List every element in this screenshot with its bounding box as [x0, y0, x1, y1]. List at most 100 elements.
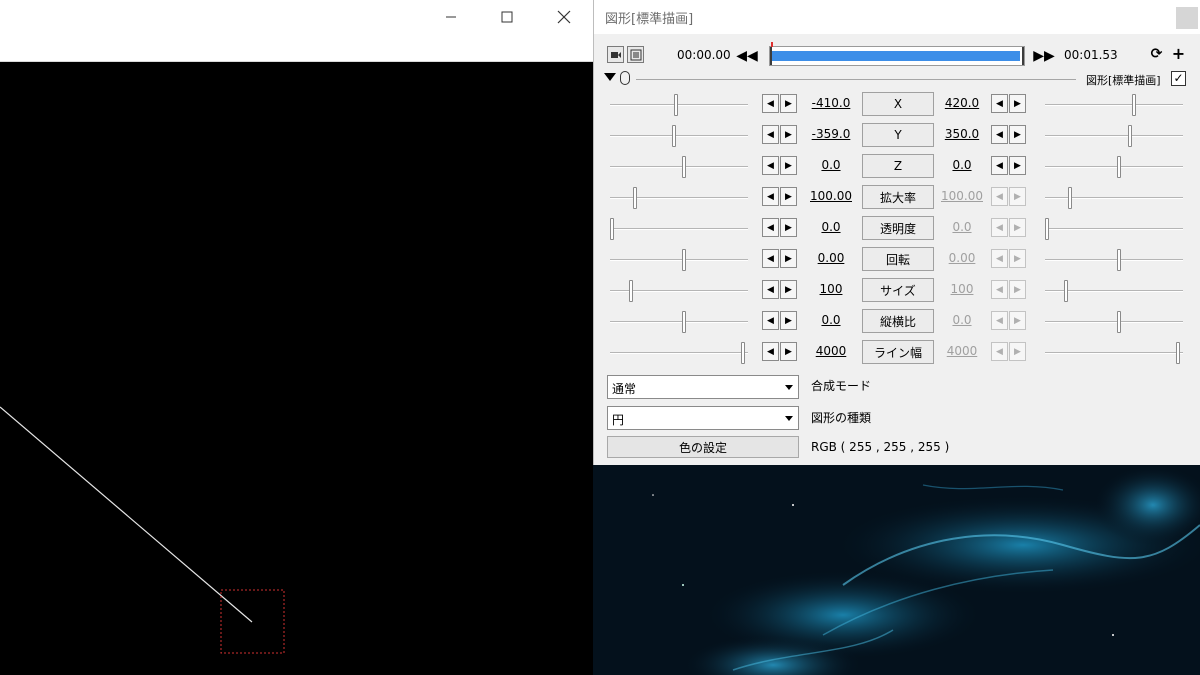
left-slider-track[interactable] [610, 228, 748, 230]
right-slider-thumb[interactable] [1128, 125, 1132, 147]
increment-arrow-icon[interactable]: ▶ [780, 311, 797, 330]
right-slider-track[interactable] [1045, 166, 1183, 168]
decrement-arrow-icon[interactable]: ◀ [762, 125, 779, 144]
left-slider-track[interactable] [610, 197, 748, 199]
param-start-value[interactable]: 0.00 [806, 251, 856, 265]
param-name-button[interactable]: Z [862, 154, 934, 178]
right-slider-track[interactable] [1045, 135, 1183, 137]
left-slider-track[interactable] [610, 259, 748, 261]
collapse-triangle-icon[interactable] [604, 73, 616, 81]
decrement-arrow-icon[interactable]: ◀ [991, 125, 1008, 144]
increment-arrow-icon[interactable]: ▶ [1009, 249, 1026, 268]
left-slider-track[interactable] [610, 352, 748, 354]
right-slider-thumb[interactable] [1068, 187, 1072, 209]
param-end-value[interactable]: 0.0 [937, 313, 987, 327]
right-slider-thumb[interactable] [1176, 342, 1180, 364]
param-end-value[interactable]: 100 [937, 282, 987, 296]
increment-arrow-icon[interactable]: ▶ [780, 94, 797, 113]
param-start-value[interactable]: 100 [806, 282, 856, 296]
left-slider-thumb[interactable] [672, 125, 676, 147]
decrement-arrow-icon[interactable]: ◀ [991, 249, 1008, 268]
param-start-value[interactable]: 0.0 [806, 313, 856, 327]
param-name-button[interactable]: 拡大率 [862, 185, 934, 209]
left-slider-thumb[interactable] [610, 218, 614, 240]
param-end-value[interactable]: 0.0 [937, 158, 987, 172]
shape-type-select[interactable]: 円 [607, 406, 799, 430]
param-name-button[interactable]: ライン幅 [862, 340, 934, 364]
increment-arrow-icon[interactable]: ▶ [1009, 342, 1026, 361]
decrement-arrow-icon[interactable]: ◀ [762, 249, 779, 268]
param-name-button[interactable]: 回転 [862, 247, 934, 271]
decrement-arrow-icon[interactable]: ◀ [762, 311, 779, 330]
left-slider-thumb[interactable] [741, 342, 745, 364]
decrement-arrow-icon[interactable]: ◀ [991, 280, 1008, 299]
close-button[interactable] [549, 4, 579, 30]
increment-arrow-icon[interactable]: ▶ [1009, 280, 1026, 299]
param-start-value[interactable]: 0.0 [806, 220, 856, 234]
param-start-value[interactable]: 4000 [806, 344, 856, 358]
left-slider-track[interactable] [610, 166, 748, 168]
right-slider-track[interactable] [1045, 104, 1183, 106]
increment-arrow-icon[interactable]: ▶ [1009, 156, 1026, 175]
param-name-button[interactable]: Y [862, 123, 934, 147]
decrement-arrow-icon[interactable]: ◀ [991, 187, 1008, 206]
param-start-value[interactable]: -410.0 [806, 96, 856, 110]
left-slider-thumb[interactable] [682, 249, 686, 271]
left-slider-track[interactable] [610, 321, 748, 323]
left-slider-track[interactable] [610, 104, 748, 106]
increment-arrow-icon[interactable]: ▶ [780, 125, 797, 144]
param-name-button[interactable]: X [862, 92, 934, 116]
decrement-arrow-icon[interactable]: ◀ [762, 187, 779, 206]
param-start-value[interactable]: 100.00 [806, 189, 856, 203]
param-name-button[interactable]: 縦横比 [862, 309, 934, 333]
increment-arrow-icon[interactable]: ▶ [780, 249, 797, 268]
decrement-arrow-icon[interactable]: ◀ [991, 218, 1008, 237]
increment-arrow-icon[interactable]: ▶ [1009, 125, 1026, 144]
decrement-arrow-icon[interactable]: ◀ [762, 218, 779, 237]
right-slider-thumb[interactable] [1045, 218, 1049, 240]
preview-canvas[interactable] [0, 62, 593, 675]
left-slider-thumb[interactable] [682, 156, 686, 178]
param-name-button[interactable]: 透明度 [862, 216, 934, 240]
increment-arrow-icon[interactable]: ▶ [780, 218, 797, 237]
decrement-arrow-icon[interactable]: ◀ [991, 156, 1008, 175]
decrement-arrow-icon[interactable]: ◀ [991, 94, 1008, 113]
camera-control-icon[interactable] [607, 46, 624, 63]
increment-arrow-icon[interactable]: ▶ [780, 187, 797, 206]
decrement-arrow-icon[interactable]: ◀ [991, 342, 1008, 361]
seek-start-button[interactable]: ◀◀ [736, 46, 758, 66]
minimize-button[interactable] [436, 4, 466, 30]
increment-arrow-icon[interactable]: ▶ [1009, 94, 1026, 113]
param-start-value[interactable]: 0.0 [806, 158, 856, 172]
seek-end-button[interactable]: ▶▶ [1033, 46, 1055, 66]
decrement-arrow-icon[interactable]: ◀ [762, 94, 779, 113]
param-end-value[interactable]: 0.0 [937, 220, 987, 234]
right-slider-thumb[interactable] [1132, 94, 1136, 116]
left-slider-thumb[interactable] [682, 311, 686, 333]
decrement-arrow-icon[interactable]: ◀ [762, 342, 779, 361]
left-slider-thumb[interactable] [674, 94, 678, 116]
blend-mode-select[interactable]: 通常 [607, 375, 799, 399]
right-slider-thumb[interactable] [1117, 249, 1121, 271]
increment-arrow-icon[interactable]: ▶ [780, 280, 797, 299]
timeline-slider[interactable] [769, 42, 1025, 66]
right-slider-thumb[interactable] [1117, 156, 1121, 178]
increment-arrow-icon[interactable]: ▶ [780, 156, 797, 175]
param-end-value[interactable]: 420.0 [937, 96, 987, 110]
increment-arrow-icon[interactable]: ▶ [1009, 218, 1026, 237]
maximize-button[interactable] [492, 4, 522, 30]
decrement-arrow-icon[interactable]: ◀ [762, 156, 779, 175]
param-start-value[interactable]: -359.0 [806, 127, 856, 141]
param-end-value[interactable]: 100.00 [937, 189, 987, 203]
right-slider-thumb[interactable] [1064, 280, 1068, 302]
right-slider-thumb[interactable] [1117, 311, 1121, 333]
dialog-close-button[interactable] [1176, 7, 1198, 29]
right-slider-track[interactable] [1045, 259, 1183, 261]
left-slider-thumb[interactable] [633, 187, 637, 209]
param-end-value[interactable]: 0.00 [937, 251, 987, 265]
param-end-value[interactable]: 350.0 [937, 127, 987, 141]
param-end-value[interactable]: 4000 [937, 344, 987, 358]
right-slider-track[interactable] [1045, 228, 1183, 230]
increment-arrow-icon[interactable]: ▶ [1009, 187, 1026, 206]
selection-box[interactable] [220, 589, 285, 654]
